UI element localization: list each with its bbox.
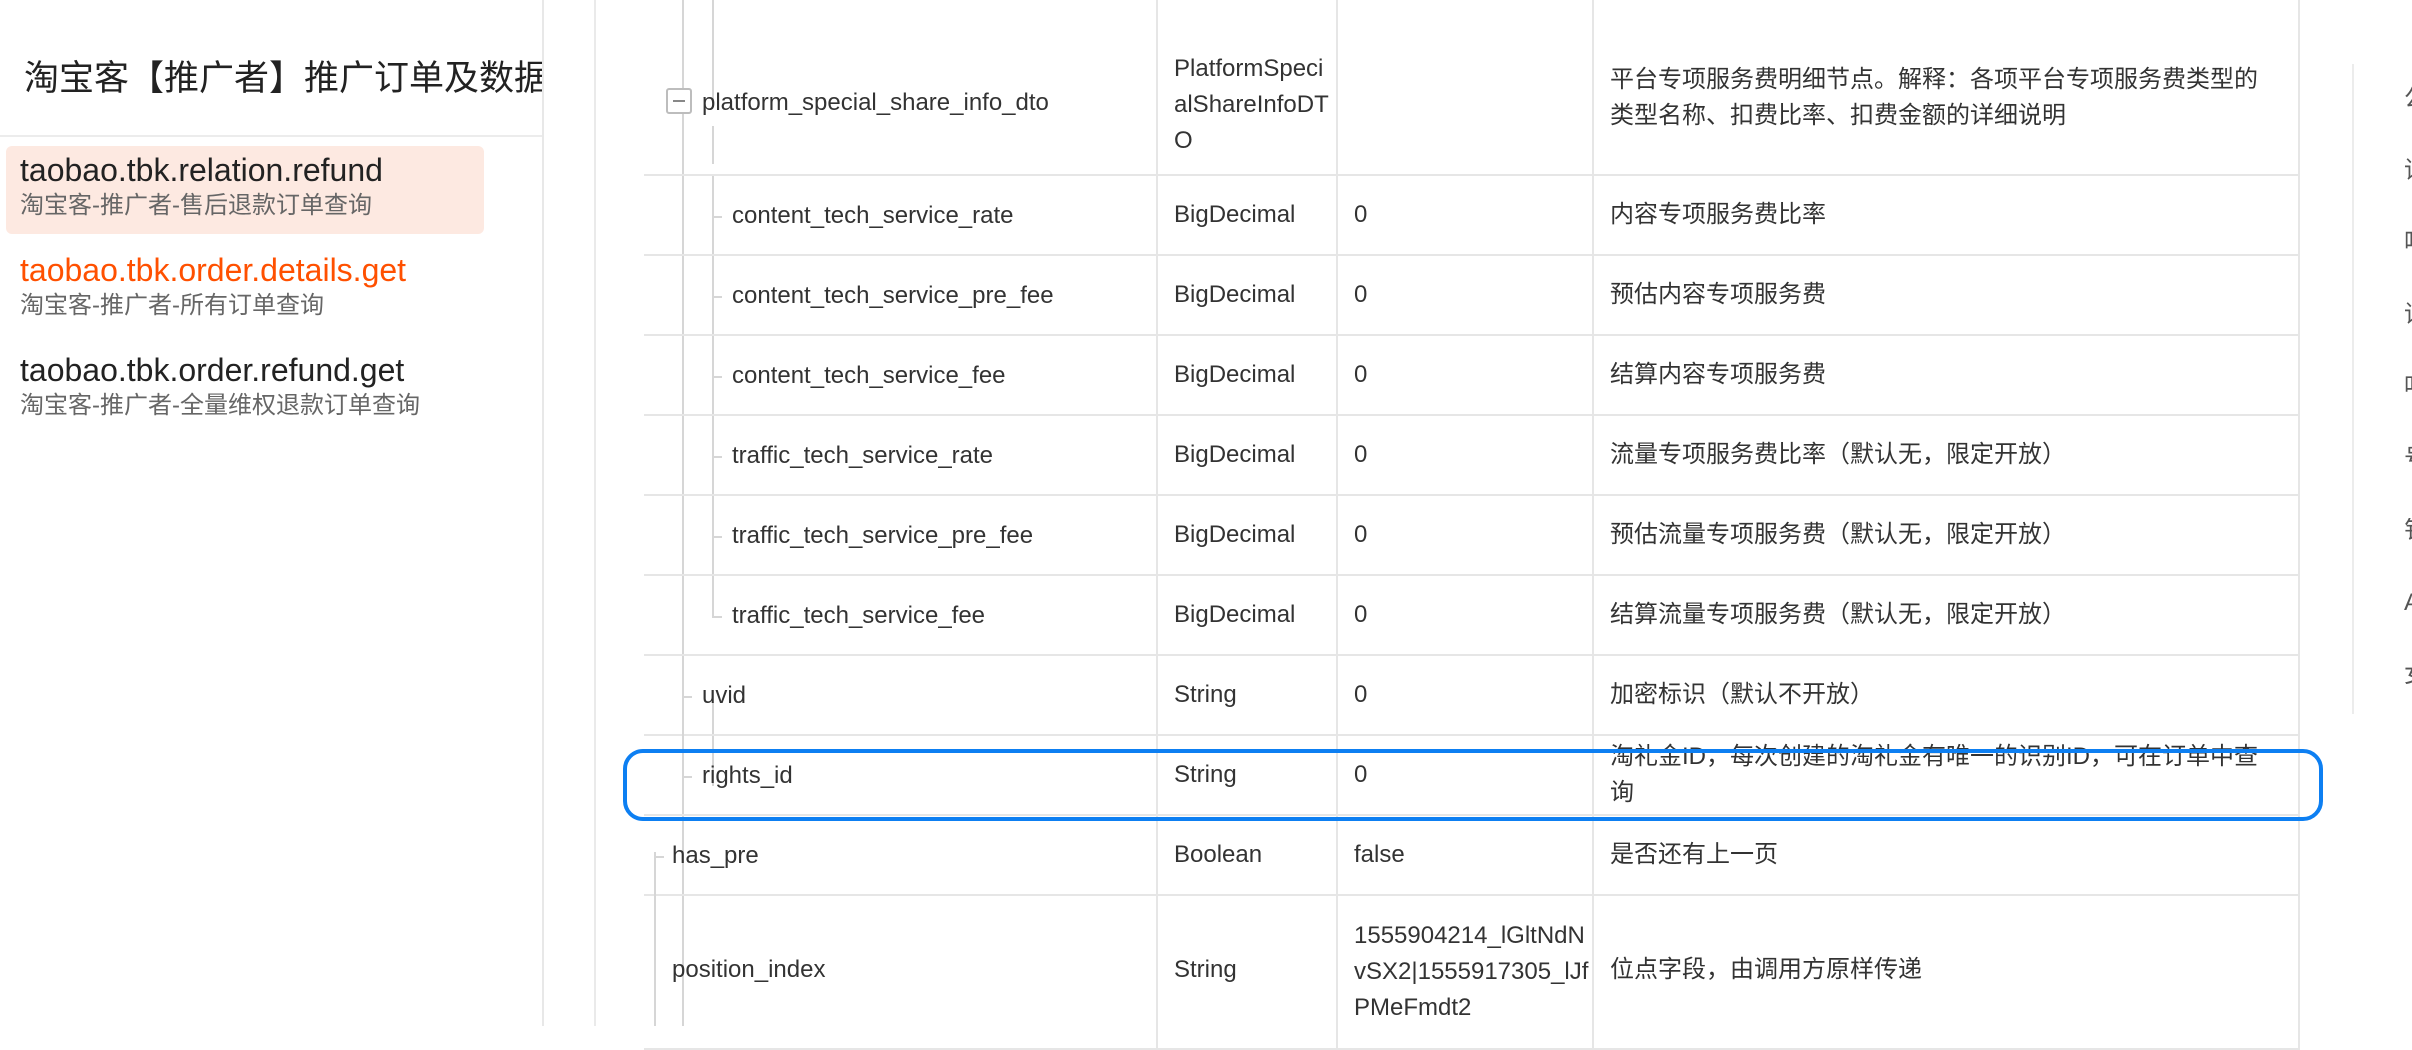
- param-type: String: [1156, 656, 1336, 734]
- param-demo: 0: [1336, 176, 1592, 254]
- param-type: BigDecimal: [1156, 336, 1336, 414]
- param-desc: 平台专项服务费明细节点。解释：各项平台专项服务费类型的类型名称、扣费比率、扣费金…: [1592, 0, 2300, 174]
- param-type: String: [1156, 896, 1336, 1048]
- param-demo: false: [1336, 816, 1592, 894]
- table-row: traffic_tech_service_pre_fee BigDecimal …: [644, 496, 2300, 576]
- param-name: position_index: [672, 956, 826, 983]
- param-type: BigDecimal: [1156, 576, 1336, 654]
- tree-line: [712, 296, 722, 298]
- toc-item[interactable]: 女: [2404, 662, 2412, 688]
- param-type: Boolean: [1156, 816, 1336, 894]
- api-item-desc: 淘宝客-推广者-售后退款订单查询: [20, 192, 372, 219]
- toc-item[interactable]: A: [2404, 590, 2412, 616]
- tree-line: [712, 536, 722, 538]
- param-type: PlatformSpecialShareInfoDTO: [1156, 0, 1336, 174]
- table-row: uvid String 0 加密标识（默认不开放）: [644, 656, 2300, 736]
- tree-line: [712, 616, 722, 618]
- param-desc: 加密标识（默认不开放）: [1592, 656, 2300, 734]
- toc-item[interactable]: 请: [2404, 302, 2412, 328]
- response-params-table: platform_special_share_info_dto Platform…: [644, 0, 2300, 1050]
- param-demo: 0: [1336, 576, 1592, 654]
- toc-item[interactable]: 呫: [2404, 374, 2412, 400]
- param-desc: 流量专项服务费比率（默认无，限定开放）: [1592, 416, 2300, 494]
- tree-line: [654, 852, 656, 1026]
- param-demo: 0: [1336, 416, 1592, 494]
- sidebar-item-order-refund-get[interactable]: taobao.tbk.order.refund.get 淘宝客-推广者-全量维权…: [6, 346, 484, 434]
- param-type: BigDecimal: [1156, 176, 1336, 254]
- table-row: content_tech_service_rate BigDecimal 0 内…: [644, 176, 2300, 256]
- api-sidebar: 淘宝客【推广者】推广订单及数据 taobao.tbk.relation.refu…: [0, 0, 544, 1026]
- param-desc: 预估流量专项服务费（默认无，限定开放）: [1592, 496, 2300, 574]
- api-item-desc: 淘宝客-推广者-所有订单查询: [20, 292, 324, 319]
- collapse-toggle-icon[interactable]: [666, 88, 692, 114]
- table-row: platform_special_share_info_dto Platform…: [644, 0, 2300, 176]
- tree-line: [712, 216, 722, 218]
- param-desc: 预估内容专项服务费: [1592, 256, 2300, 334]
- toc-rail: [2352, 64, 2354, 714]
- sidebar-item-relation-refund[interactable]: taobao.tbk.relation.refund 淘宝客-推广者-售后退款订…: [6, 146, 484, 234]
- sidebar-divider: [0, 135, 542, 137]
- param-name: content_tech_service_pre_fee: [732, 282, 1054, 309]
- toc-item[interactable]: 请: [2404, 158, 2412, 184]
- param-name: traffic_tech_service_fee: [732, 602, 986, 629]
- table-row: position_index String 1555904214_lGltNdN…: [644, 896, 2300, 1050]
- param-type: BigDecimal: [1156, 496, 1336, 574]
- tree-line: [712, 376, 722, 378]
- table-row: traffic_tech_service_fee BigDecimal 0 结算…: [644, 576, 2300, 656]
- param-demo: 0: [1336, 656, 1592, 734]
- param-name: uvid: [702, 682, 747, 709]
- api-item-desc: 淘宝客-推广者-全量维权退款订单查询: [20, 392, 420, 419]
- param-name: content_tech_service_rate: [732, 202, 1014, 229]
- table-row: content_tech_service_pre_fee BigDecimal …: [644, 256, 2300, 336]
- highlight-box: [623, 749, 2323, 821]
- table-row: has_pre Boolean false 是否还有上一页: [644, 816, 2300, 896]
- api-item-name: taobao.tbk.relation.refund: [20, 152, 383, 188]
- sidebar-title: 淘宝客【推广者】推广订单及数据: [24, 59, 542, 98]
- table-row: content_tech_service_fee BigDecimal 0 结算…: [644, 336, 2300, 416]
- toc-item[interactable]: 号: [2404, 446, 2412, 472]
- param-name: content_tech_service_fee: [732, 362, 1006, 389]
- param-desc: 内容专项服务费比率: [1592, 176, 2300, 254]
- param-desc: 是否还有上一页: [1592, 816, 2300, 894]
- param-desc: 位点字段，由调用方原样传递: [1592, 896, 2300, 1048]
- table-row: traffic_tech_service_rate BigDecimal 0 流…: [644, 416, 2300, 496]
- tree-line: [712, 456, 722, 458]
- param-name: has_pre: [672, 842, 759, 869]
- param-type: BigDecimal: [1156, 416, 1336, 494]
- toc-item[interactable]: 钅: [2404, 518, 2412, 544]
- toc-item[interactable]: 鸣: [2404, 230, 2412, 256]
- content-left-border: [594, 0, 596, 1026]
- param-demo: 0: [1336, 336, 1592, 414]
- param-desc: 结算内容专项服务费: [1592, 336, 2300, 414]
- toc-item[interactable]: 公: [2404, 86, 2412, 112]
- param-demo: [1336, 0, 1592, 174]
- param-name: platform_special_share_info_dto: [702, 89, 1049, 116]
- param-demo: 1555904214_lGltNdNvSX2|1555917305_lJfPMe…: [1336, 896, 1592, 1048]
- param-type: BigDecimal: [1156, 256, 1336, 334]
- api-item-name: taobao.tbk.order.refund.get: [20, 352, 405, 388]
- api-item-name: taobao.tbk.order.details.get: [20, 252, 407, 288]
- param-demo: 0: [1336, 496, 1592, 574]
- sidebar-item-order-details-get[interactable]: taobao.tbk.order.details.get 淘宝客-推广者-所有订…: [6, 246, 484, 334]
- param-name: traffic_tech_service_rate: [732, 442, 994, 469]
- param-name: traffic_tech_service_pre_fee: [732, 522, 1034, 549]
- param-demo: 0: [1336, 256, 1592, 334]
- param-desc: 结算流量专项服务费（默认无，限定开放）: [1592, 576, 2300, 654]
